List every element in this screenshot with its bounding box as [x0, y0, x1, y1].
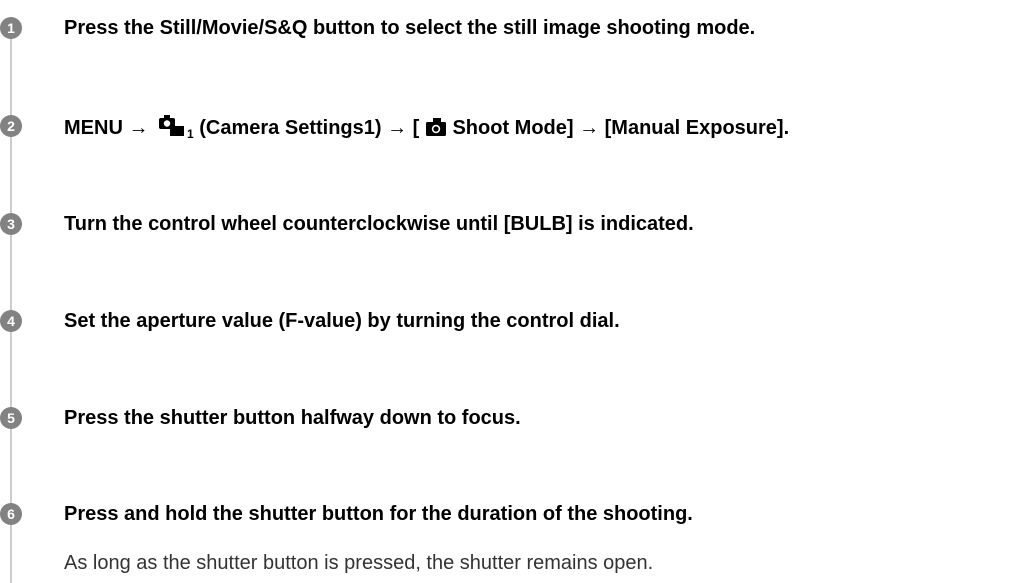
- step-3-text: Turn the control wheel counterclockwise …: [64, 213, 694, 235]
- step-rail: [10, 28, 12, 583]
- step-5-text: Press the shutter button halfway down to…: [64, 407, 521, 429]
- step-1-text: Press the Still/Movie/S&Q button to sele…: [64, 17, 756, 39]
- step-6-note: As long as the shutter button is pressed…: [64, 552, 654, 574]
- camera-settings-icon: [158, 115, 190, 142]
- step-2-mid: (Camera Settings1) → [: [199, 117, 420, 139]
- still-camera-icon: [425, 117, 447, 142]
- step-2-text: MENU → 1 (Camera Settings1) → [ Shoot Mo…: [64, 115, 789, 145]
- step-number-2: 2: [0, 115, 22, 137]
- camera-settings-subscript: 1: [187, 127, 194, 141]
- procedure-page: 1 Press the Still/Movie/S&Q button to se…: [0, 0, 1009, 583]
- step-number-4: 4: [0, 310, 22, 332]
- step-2-prefix: MENU →: [64, 117, 149, 139]
- step-number-3: 3: [0, 213, 22, 235]
- step-4-text: Set the aperture value (F-value) by turn…: [64, 310, 620, 332]
- step-6-text: Press and hold the shutter button for th…: [64, 503, 693, 525]
- step-number-1: 1: [0, 17, 22, 39]
- step-number-6: 6: [0, 503, 22, 525]
- step-2-suffix: Shoot Mode] → [Manual Exposure].: [452, 117, 790, 139]
- step-number-5: 5: [0, 407, 22, 429]
